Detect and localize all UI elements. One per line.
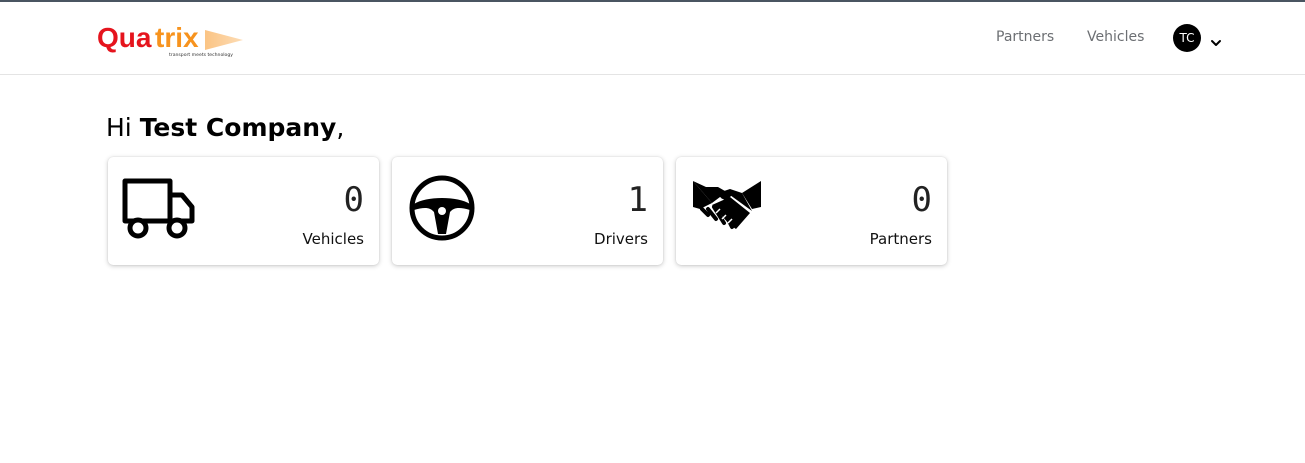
handshake-icon [692, 179, 762, 239]
logo-wordmark-orange: trix [155, 22, 199, 53]
stat-card-vehicles[interactable]: 0 Vehicles [108, 157, 379, 265]
greeting-heading: Hi Test Company, [106, 113, 344, 142]
company-name: Test Company [139, 113, 337, 142]
chevron-down-icon[interactable] [1210, 33, 1222, 46]
nav-link-partners[interactable]: Partners [996, 29, 1054, 45]
quatrix-logo[interactable]: Qua trix transport meets technology [97, 18, 243, 60]
drivers-label: Drivers [594, 230, 648, 248]
stat-card-drivers[interactable]: 1 Drivers [392, 157, 663, 265]
partners-label: Partners [869, 230, 932, 248]
greeting-suffix: , [336, 113, 345, 142]
stat-card-partners[interactable]: 0 Partners [676, 157, 947, 265]
nav-link-vehicles[interactable]: Vehicles [1087, 29, 1144, 45]
vehicles-count: 0 [343, 180, 364, 220]
truck-icon [122, 177, 196, 243]
logo-wordmark-red: Qua [97, 22, 152, 53]
steering-wheel-icon [408, 174, 476, 246]
logo-tagline: transport meets technology [169, 52, 233, 58]
drivers-count: 1 [627, 180, 648, 220]
partners-count: 0 [911, 180, 932, 220]
vehicles-label: Vehicles [302, 230, 364, 248]
user-avatar[interactable]: TC [1173, 24, 1201, 52]
navbar: Qua trix transport meets technology Part… [0, 2, 1305, 75]
greeting-prefix: Hi [106, 113, 140, 142]
